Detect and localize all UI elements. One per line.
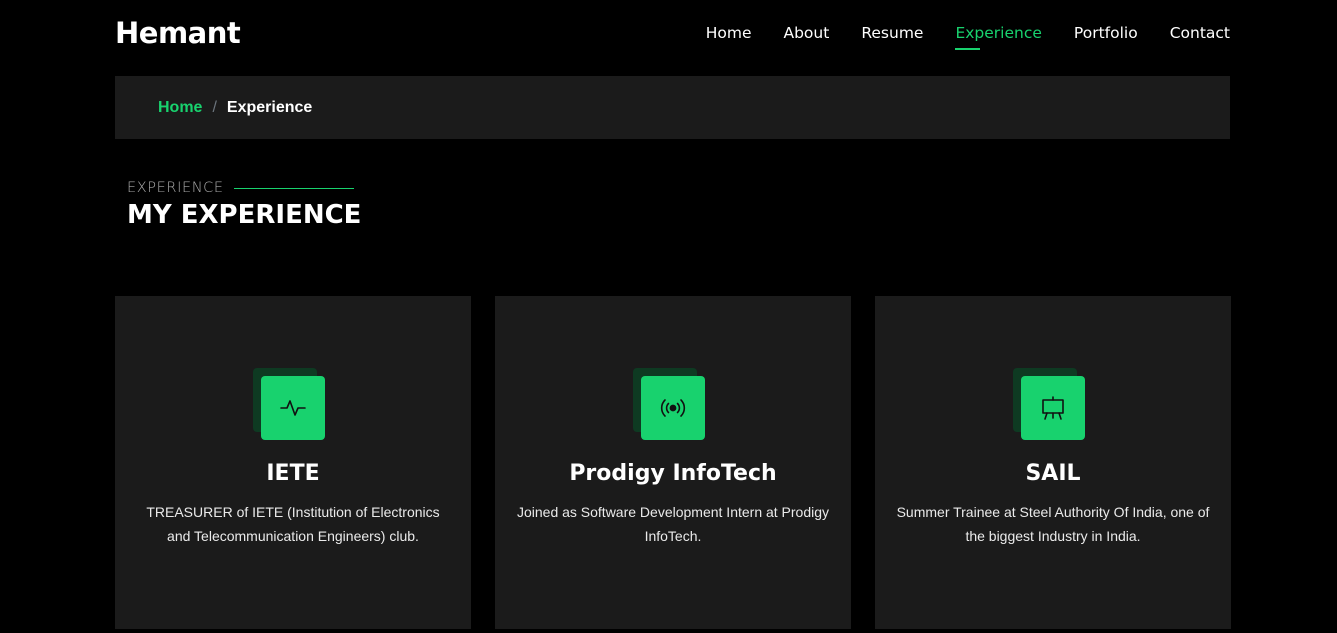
nav-resume[interactable]: Resume xyxy=(861,24,923,50)
card-description: Joined as Software Development Intern at… xyxy=(516,504,830,544)
activity-icon xyxy=(261,376,325,440)
experience-card: Prodigy InfoTech Joined as Software Deve… xyxy=(495,296,851,629)
section-title: MY EXPERIENCE xyxy=(127,200,362,230)
experience-card: IETE TREASURER of IETE (Institution of E… xyxy=(115,296,471,629)
subtitle-divider xyxy=(233,187,354,189)
logo[interactable]: Hemant xyxy=(115,16,241,50)
breadcrumb-current: Experience xyxy=(226,98,313,116)
experience-cards: IETE TREASURER of IETE (Institution of E… xyxy=(115,296,1231,629)
broadcast-icon xyxy=(641,376,705,440)
easel-icon xyxy=(1021,376,1085,440)
card-icon-wrapper xyxy=(253,368,325,440)
section-heading: EXPERIENCE MY EXPERIENCE xyxy=(127,180,361,230)
nav-home[interactable]: Home xyxy=(706,24,752,50)
experience-card: SAIL Summer Trainee at Steel Authority O… xyxy=(875,296,1231,629)
nav-contact[interactable]: Contact xyxy=(1170,24,1230,50)
section-subtitle: EXPERIENCE xyxy=(127,180,361,196)
card-description: TREASURER of IETE (Institution of Electr… xyxy=(146,504,440,544)
nav-about[interactable]: About xyxy=(783,24,829,50)
card-title: IETE xyxy=(266,461,320,486)
card-title: Prodigy InfoTech xyxy=(569,461,777,486)
card-icon-wrapper xyxy=(633,368,705,440)
main-nav: Home About Resume Experience Portfolio C… xyxy=(674,24,1230,50)
site-header: Hemant Home About Resume Experience Port… xyxy=(115,0,1230,68)
card-icon-wrapper xyxy=(1013,368,1085,440)
nav-portfolio[interactable]: Portfolio xyxy=(1074,24,1138,50)
breadcrumb-separator: / xyxy=(212,98,217,116)
card-description: Summer Trainee at Steel Authority Of Ind… xyxy=(896,504,1210,544)
section-subtitle-text: EXPERIENCE xyxy=(127,180,224,196)
breadcrumb: Home / Experience xyxy=(115,76,1230,139)
card-title: SAIL xyxy=(1025,461,1081,486)
nav-experience[interactable]: Experience xyxy=(955,24,1042,50)
breadcrumb-home[interactable]: Home xyxy=(158,99,202,117)
